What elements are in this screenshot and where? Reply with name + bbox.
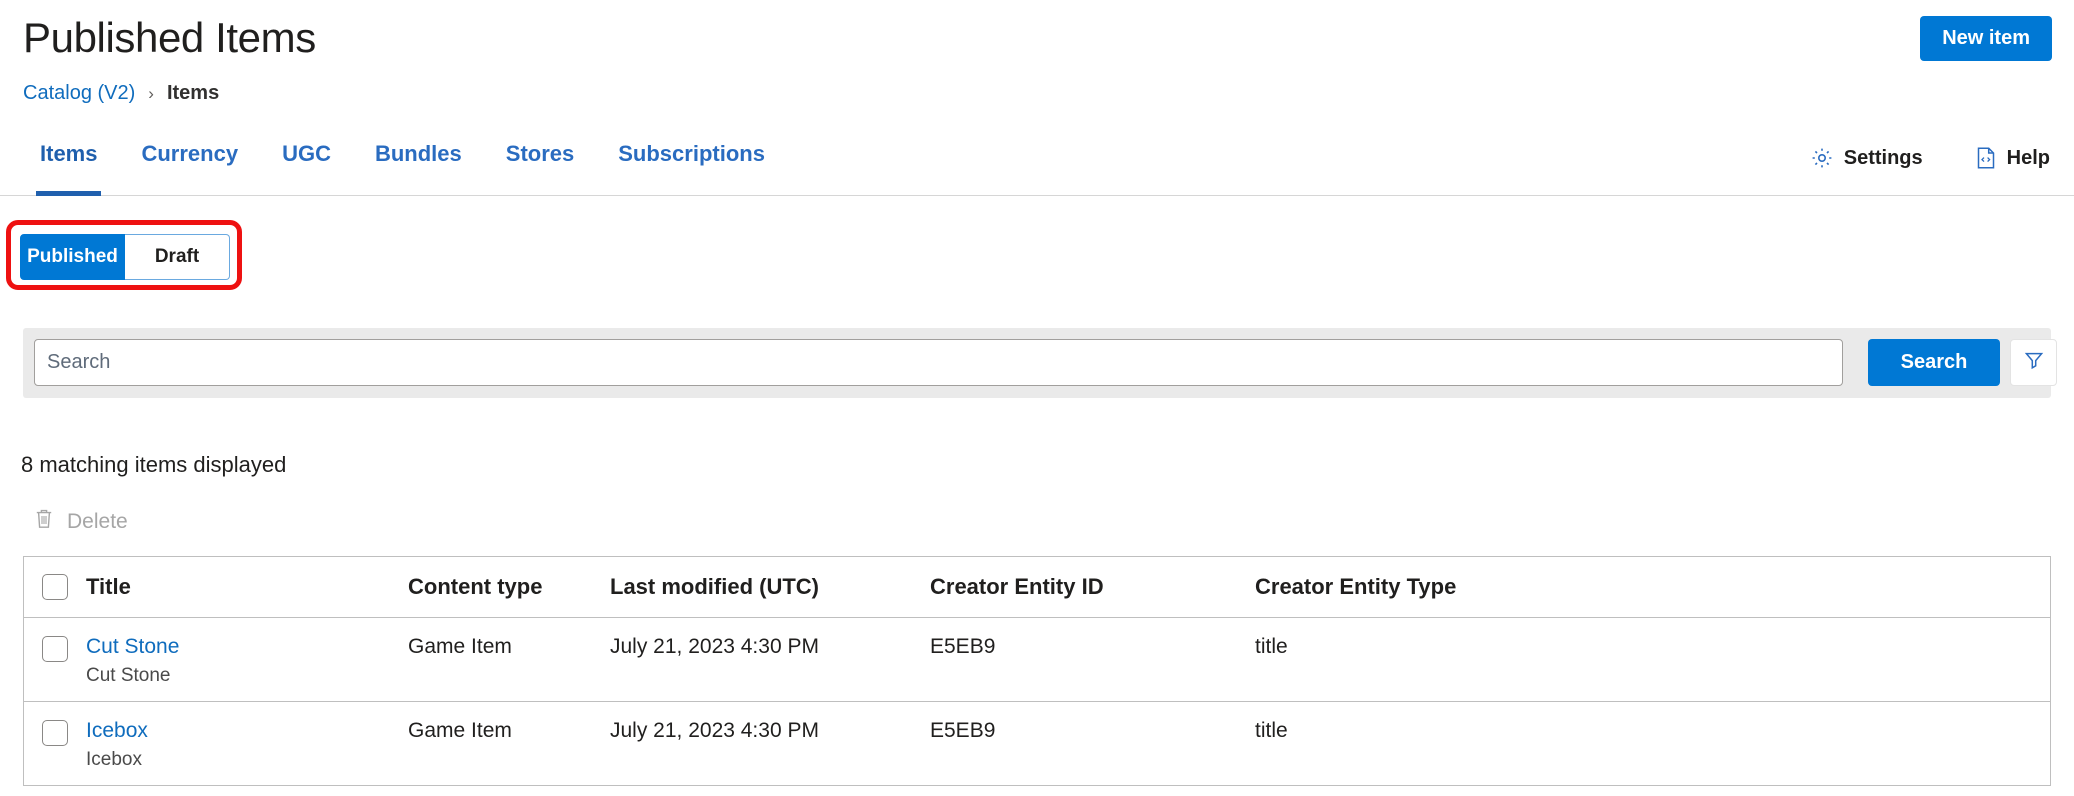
cell-creator-entity-type: title <box>1255 702 2050 743</box>
search-toolbar: Search <box>23 328 2051 398</box>
cell-last-modified: July 21, 2023 4:30 PM <box>610 618 930 659</box>
column-header-title[interactable]: Title <box>86 574 408 600</box>
settings-label: Settings <box>1844 147 1923 170</box>
tab-items[interactable]: Items <box>18 132 119 196</box>
results-count: 8 matching items displayed <box>21 452 286 478</box>
new-item-button[interactable]: New item <box>1920 16 2052 61</box>
breadcrumb-current-items: Items <box>167 82 219 105</box>
select-all-checkbox[interactable] <box>42 574 68 600</box>
tab-bar: Items Currency UGC Bundles Stores Subscr… <box>0 132 2074 196</box>
search-input[interactable] <box>34 339 1843 386</box>
cell-creator-entity-type: title <box>1255 618 2050 659</box>
item-title-link[interactable]: Icebox <box>86 719 408 743</box>
row-checkbox[interactable] <box>42 720 68 746</box>
column-header-content-type[interactable]: Content type <box>408 574 610 600</box>
document-code-icon <box>1975 146 1997 170</box>
delete-button[interactable]: Delete <box>34 508 128 536</box>
column-header-creator-entity-id[interactable]: Creator Entity ID <box>930 574 1255 600</box>
breadcrumb-link-catalog[interactable]: Catalog (V2) <box>23 82 135 105</box>
cell-creator-entity-id: E5EB9 <box>930 618 1255 659</box>
column-header-last-modified[interactable]: Last modified (UTC) <box>610 574 930 600</box>
help-label: Help <box>2007 147 2050 170</box>
help-button[interactable]: Help <box>1975 146 2050 170</box>
item-subtitle: Icebox <box>86 749 408 785</box>
settings-button[interactable]: Settings <box>1810 146 1923 170</box>
tab-subscriptions[interactable]: Subscriptions <box>596 132 787 196</box>
row-checkbox[interactable] <box>42 636 68 662</box>
cell-creator-entity-id: E5EB9 <box>930 702 1255 743</box>
items-table: Title Content type Last modified (UTC) C… <box>23 556 2051 786</box>
select-all-checkbox-cell <box>24 574 86 600</box>
cell-last-modified: July 21, 2023 4:30 PM <box>610 702 930 743</box>
tab-stores[interactable]: Stores <box>484 132 596 196</box>
cell-title: Icebox Icebox <box>86 702 408 785</box>
table-row: Cut Stone Cut Stone Game Item July 21, 2… <box>24 618 2050 702</box>
chevron-right-icon: › <box>148 84 154 104</box>
cell-content-type: Game Item <box>408 702 610 743</box>
page-title: Published Items <box>23 14 316 62</box>
toggle-draft[interactable]: Draft <box>125 234 230 280</box>
toggle-published[interactable]: Published <box>20 234 125 280</box>
breadcrumb: Catalog (V2) › Items <box>23 82 219 105</box>
row-checkbox-cell <box>24 702 86 746</box>
item-subtitle: Cut Stone <box>86 665 408 701</box>
item-title-link[interactable]: Cut Stone <box>86 635 408 659</box>
table-header-row: Title Content type Last modified (UTC) C… <box>24 557 2050 618</box>
funnel-icon <box>2023 349 2045 376</box>
cell-title: Cut Stone Cut Stone <box>86 618 408 701</box>
column-header-creator-entity-type[interactable]: Creator Entity Type <box>1255 574 2050 600</box>
tab-ugc[interactable]: UGC <box>260 132 353 196</box>
tab-currency[interactable]: Currency <box>119 132 260 196</box>
tab-bundles[interactable]: Bundles <box>353 132 484 196</box>
published-items-page: Published Items New item Catalog (V2) › … <box>0 0 2074 796</box>
filter-button[interactable] <box>2010 339 2057 386</box>
trash-icon <box>34 508 54 536</box>
status-toggle-group: Published Draft <box>20 234 230 280</box>
gear-icon <box>1810 146 1834 170</box>
delete-label: Delete <box>67 510 128 534</box>
table-row: Icebox Icebox Game Item July 21, 2023 4:… <box>24 702 2050 786</box>
search-button[interactable]: Search <box>1868 339 2000 386</box>
header-actions: Settings Help <box>1810 146 2050 170</box>
cell-content-type: Game Item <box>408 618 610 659</box>
tab-list: Items Currency UGC Bundles Stores Subscr… <box>18 132 787 196</box>
row-checkbox-cell <box>24 618 86 662</box>
